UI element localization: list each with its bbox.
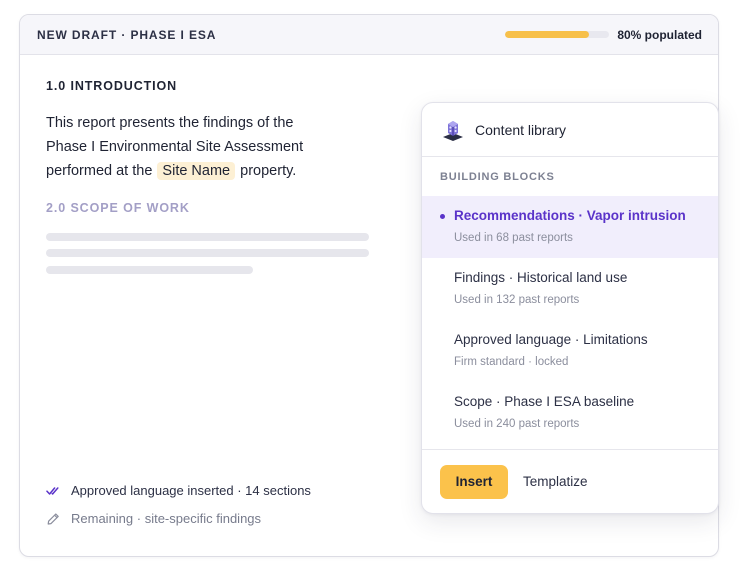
status-approved-text: Approved language inserted · 14 sections bbox=[71, 483, 311, 498]
block-meta: Used in 132 past reports bbox=[454, 294, 580, 306]
selected-dot-icon bbox=[440, 214, 445, 219]
status-remaining: Remaining · site-specific findings bbox=[46, 511, 261, 526]
intro-text-after: property. bbox=[236, 163, 297, 179]
introduction-paragraph[interactable]: This report presents the findings of the… bbox=[46, 111, 336, 183]
panel-title: Content library bbox=[475, 121, 567, 138]
building-blocks-heading: BUILDING BLOCKS bbox=[440, 171, 555, 183]
progress-label: 80% populated bbox=[617, 27, 702, 42]
templatize-button[interactable]: Templatize bbox=[523, 474, 588, 489]
panel-footer: Insert Templatize bbox=[422, 449, 718, 513]
block-title: Findings · Historical land use bbox=[454, 270, 628, 285]
block-meta: Used in 240 past reports bbox=[454, 418, 580, 430]
block-item-findings-historical-land-use[interactable]: Findings · Historical land use Used in 1… bbox=[422, 258, 718, 320]
skeleton-line bbox=[46, 233, 369, 241]
section-heading-scope: 2.0 SCOPE OF WORK bbox=[46, 201, 190, 215]
block-meta: Firm standard · locked bbox=[454, 356, 569, 368]
site-name-placeholder[interactable]: Site Name bbox=[157, 162, 236, 180]
block-item-approved-language-limitations[interactable]: Approved language · Limitations Firm sta… bbox=[422, 320, 718, 382]
progress-fill bbox=[505, 31, 589, 38]
pencil-icon bbox=[47, 512, 59, 525]
library-logo-icon bbox=[443, 120, 463, 141]
section-heading-introduction: 1.0 INTRODUCTION bbox=[46, 79, 178, 93]
draft-header: NEW DRAFT · PHASE I ESA 80% populated bbox=[20, 15, 718, 55]
status-approved-language: Approved language inserted · 14 sections bbox=[46, 483, 311, 498]
insert-button[interactable]: Insert bbox=[440, 464, 508, 499]
building-blocks-list: Recommendations · Vapor intrusion Used i… bbox=[422, 196, 718, 444]
block-title: Scope · Phase I ESA baseline bbox=[454, 394, 635, 409]
status-remaining-text: Remaining · site-specific findings bbox=[71, 511, 262, 526]
progress-track bbox=[505, 31, 610, 38]
double-check-icon bbox=[46, 486, 59, 495]
content-library-panel: Content library BUILDING BLOCKS Recommen… bbox=[421, 102, 719, 514]
skeleton-line bbox=[46, 266, 253, 274]
block-title: Approved language · Limitations bbox=[454, 332, 648, 347]
skeleton-line bbox=[46, 249, 369, 257]
block-item-recommendations-vapor-intrusion[interactable]: Recommendations · Vapor intrusion Used i… bbox=[422, 196, 718, 258]
block-item-scope-phase-i-esa-baseline[interactable]: Scope · Phase I ESA baseline Used in 240… bbox=[422, 382, 718, 444]
draft-title: NEW DRAFT · PHASE I ESA bbox=[37, 27, 217, 42]
block-meta: Used in 68 past reports bbox=[454, 232, 573, 244]
population-progress: 80% populated bbox=[505, 28, 702, 42]
panel-header: Content library bbox=[422, 103, 718, 157]
block-title: Recommendations · Vapor intrusion bbox=[454, 208, 686, 223]
